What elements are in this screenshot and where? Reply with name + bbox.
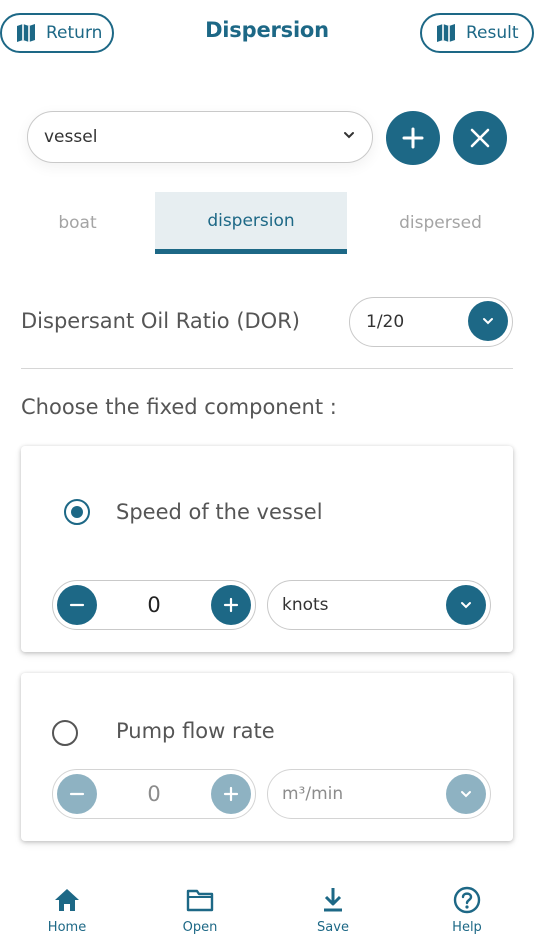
pump-stepper: 0 (52, 769, 256, 819)
nav-home-label: Home (47, 920, 87, 935)
pump-increment-button[interactable] (211, 774, 251, 814)
plus-icon (223, 786, 239, 802)
pump-unit-select[interactable]: m³/min (267, 769, 491, 819)
dor-dropdown-button[interactable] (468, 301, 508, 341)
chevron-down-icon (461, 602, 471, 609)
divider (21, 368, 513, 369)
pump-unit-dropdown-button[interactable] (446, 774, 486, 814)
help-icon (453, 886, 481, 914)
add-vessel-button[interactable] (386, 111, 440, 165)
delete-vessel-button[interactable] (453, 111, 507, 165)
nav-open[interactable]: Open (160, 886, 240, 935)
chevron-down-icon (483, 318, 493, 325)
speed-radio[interactable] (64, 499, 90, 525)
chevron-down-icon (461, 791, 471, 798)
nav-home[interactable]: Home (27, 886, 107, 935)
nav-save-label: Save (317, 920, 349, 935)
speed-unit-value: knots (282, 595, 329, 615)
chevron-down-icon (344, 132, 354, 139)
nav-open-label: Open (182, 920, 218, 935)
tab-bar: boat dispersion dispersed (0, 192, 534, 254)
speed-value[interactable]: 0 (101, 593, 207, 617)
folder-icon (186, 889, 214, 912)
minus-icon (69, 603, 85, 607)
close-icon (470, 128, 490, 148)
tab-dispersed[interactable]: dispersed (347, 192, 534, 254)
pump-card: Pump flow rate 0 m³/min (21, 673, 513, 841)
pump-decrement-button[interactable] (57, 774, 97, 814)
result-label: Result (466, 23, 519, 43)
plus-icon (223, 597, 239, 613)
pump-radio[interactable] (52, 720, 78, 746)
nav-save[interactable]: Save (293, 886, 373, 935)
speed-decrement-button[interactable] (57, 585, 97, 625)
nav-help[interactable]: Help (427, 886, 507, 935)
speed-card: Speed of the vessel 0 knots (21, 446, 513, 652)
bottom-nav: Home Open Save Help (0, 868, 534, 950)
result-button[interactable]: Result (420, 13, 534, 53)
speed-label: Speed of the vessel (116, 500, 323, 524)
dor-select[interactable]: 1/20 (349, 297, 513, 347)
vessel-select[interactable]: vessel (27, 111, 373, 163)
fixed-component-heading: Choose the fixed component : (21, 395, 337, 419)
top-bar: Return Dispersion Result (0, 0, 534, 56)
minus-icon (69, 792, 85, 796)
vessel-select-value: vessel (44, 127, 98, 147)
tab-dispersion[interactable]: dispersion (155, 192, 347, 254)
map-icon (437, 24, 455, 42)
tab-boat[interactable]: boat (0, 192, 155, 254)
speed-increment-button[interactable] (211, 585, 251, 625)
speed-unit-dropdown-button[interactable] (446, 585, 486, 625)
download-icon (324, 888, 342, 912)
pump-value[interactable]: 0 (101, 782, 207, 806)
plus-icon (402, 127, 424, 149)
nav-help-label: Help (452, 920, 482, 935)
speed-stepper: 0 (52, 580, 256, 630)
pump-unit-value: m³/min (282, 784, 344, 804)
dor-value: 1/20 (366, 312, 405, 332)
dor-label: Dispersant Oil Ratio (DOR) (21, 309, 300, 333)
home-icon (55, 889, 79, 911)
speed-unit-select[interactable]: knots (267, 580, 491, 630)
pump-label: Pump flow rate (116, 719, 275, 743)
